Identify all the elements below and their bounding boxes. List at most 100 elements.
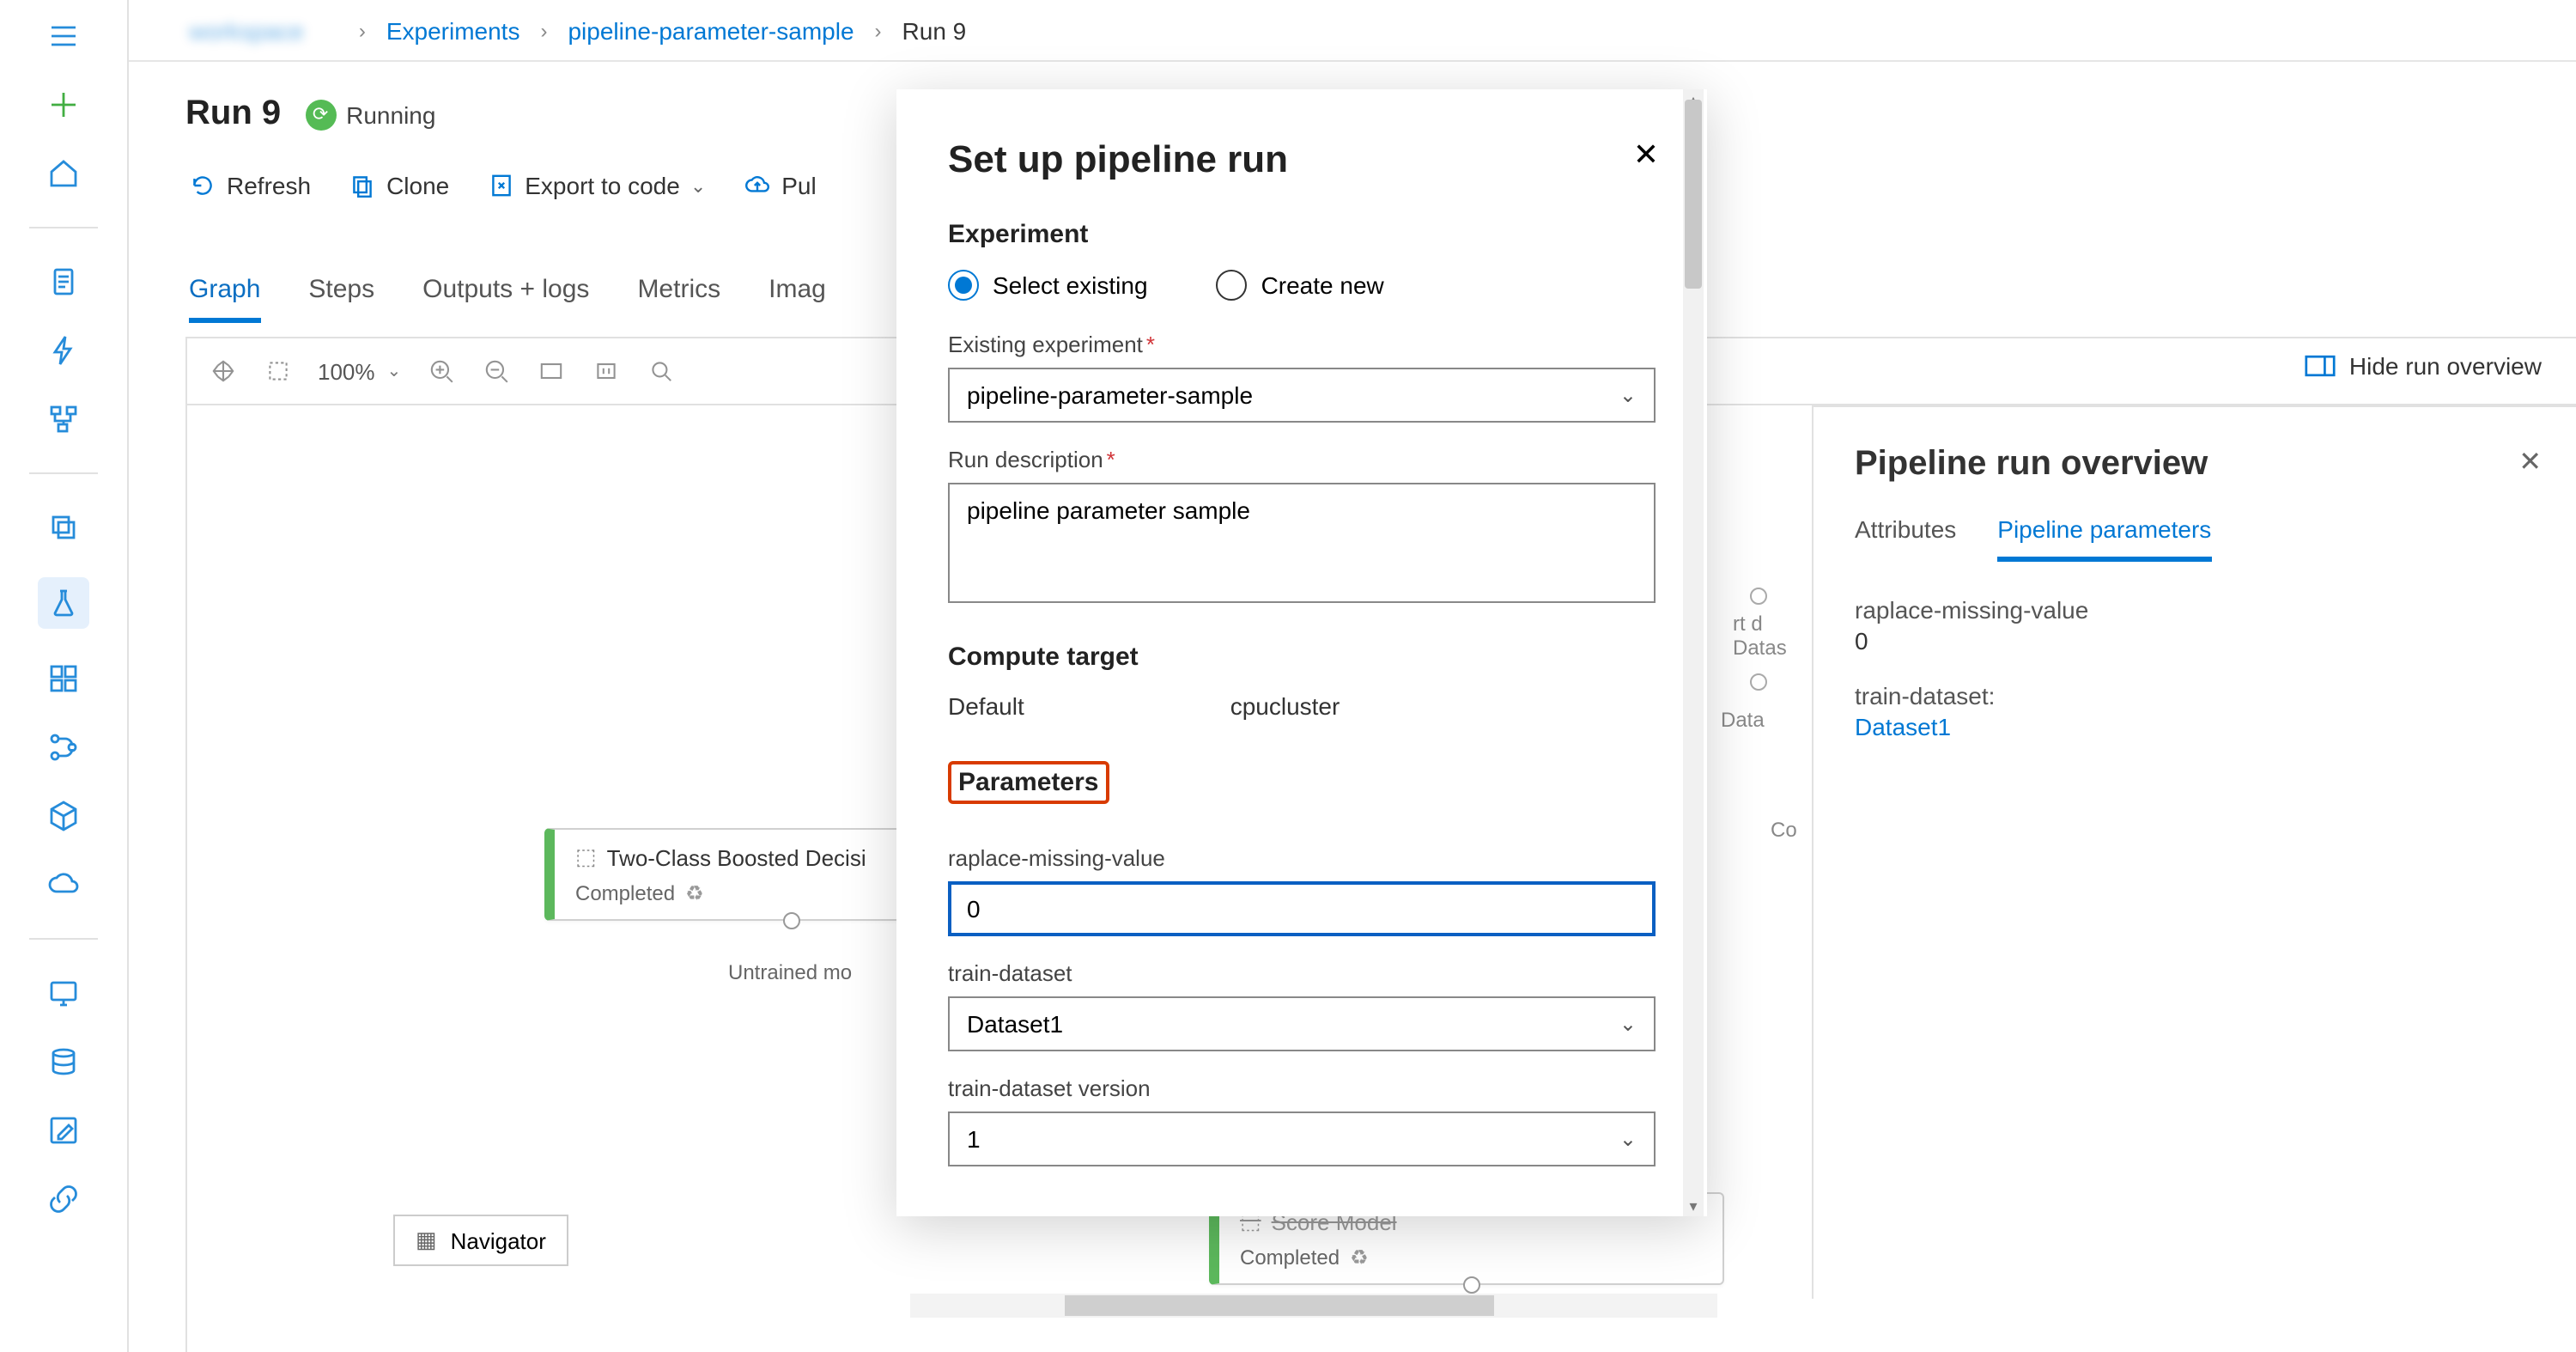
radio-create-new[interactable]: Create new [1217, 270, 1384, 301]
param-name: raplace-missing-value [1855, 596, 2535, 624]
monitor-icon[interactable] [45, 974, 82, 1012]
branch-icon[interactable] [45, 728, 82, 766]
node-port[interactable] [783, 912, 800, 929]
chevron-right-icon: › [359, 19, 366, 43]
node-label-fragment: Co [1771, 818, 1797, 842]
breadcrumb: workspace › Experiments › pipeline-param… [155, 17, 966, 45]
cloud-icon[interactable] [45, 866, 82, 904]
tab-attributes[interactable]: Attributes [1855, 515, 1956, 562]
select-value: Dataset1 [967, 1010, 1063, 1038]
home-icon[interactable] [45, 155, 82, 192]
grid-icon[interactable] [45, 660, 82, 697]
stack-icon[interactable] [45, 509, 82, 546]
param-train-dataset-select[interactable]: Dataset1 ⌄ [948, 996, 1656, 1051]
param-name: train-dataset: [1855, 682, 2535, 709]
horizontal-scrollbar[interactable] [910, 1294, 1717, 1318]
cube-icon[interactable] [45, 797, 82, 835]
chevron-right-icon: › [540, 19, 547, 43]
actual-size-icon[interactable] [590, 356, 621, 387]
breadcrumb-run: Run 9 [902, 17, 967, 45]
node-status: Completed [1240, 1245, 1340, 1270]
hide-overview-label: Hide run overview [2349, 352, 2542, 380]
node-status: Completed [575, 881, 675, 905]
compute-default-label: Default [948, 692, 1024, 720]
node-label-fragment: Datas [1733, 636, 1787, 660]
fit-icon[interactable] [535, 356, 566, 387]
link-icon[interactable] [45, 1180, 82, 1218]
node-title: Two-Class Boosted Decisi [607, 844, 866, 870]
module-icon: ⬚ [575, 843, 597, 871]
dialog-scrollbar[interactable]: ▴ ▾ [1683, 89, 1704, 1216]
flask-icon[interactable] [38, 577, 89, 629]
param-train-dataset-label: train-dataset [948, 960, 1656, 986]
recycle-icon: ♻ [1350, 1245, 1369, 1270]
export-button[interactable]: Export to code⌄ [487, 172, 706, 199]
pan-icon[interactable] [208, 356, 239, 387]
existing-experiment-select[interactable]: pipeline-parameter-sample ⌄ [948, 368, 1656, 423]
left-nav [0, 0, 129, 1352]
close-icon[interactable]: ✕ [1633, 137, 1659, 174]
zoom-level[interactable]: 100%⌄ [318, 358, 401, 384]
plus-icon[interactable] [45, 86, 82, 124]
breadcrumb-experiment[interactable]: pipeline-parameter-sample [568, 17, 854, 45]
publish-button[interactable]: Pul [744, 172, 816, 199]
radio-select-existing[interactable]: Select existing [948, 270, 1148, 301]
tab-steps[interactable]: Steps [308, 275, 374, 323]
pipeline-icon[interactable] [45, 400, 82, 438]
param-train-dataset-version-select[interactable]: 1 ⌄ [948, 1111, 1656, 1166]
export-label: Export to code [525, 172, 680, 199]
refresh-label: Refresh [227, 172, 311, 199]
node-label-fragment: rt d [1733, 612, 1763, 636]
hamburger-icon[interactable] [45, 17, 82, 55]
existing-experiment-label: Existing experiment* [948, 332, 1656, 357]
chevron-right-icon: › [875, 19, 882, 43]
lightning-icon[interactable] [45, 332, 82, 369]
tab-outputs[interactable]: Outputs + logs [422, 275, 589, 323]
search-icon[interactable] [645, 356, 676, 387]
dialog-title: Set up pipeline run [948, 137, 1656, 182]
graph-node[interactable]: ⬚Two-Class Boosted Decisi Completed♻ [544, 828, 905, 921]
breadcrumb-workspace[interactable]: workspace [155, 17, 338, 45]
refresh-button[interactable]: Refresh [189, 172, 311, 199]
parameters-heading: Parameters [948, 761, 1109, 804]
scrollbar-thumb[interactable] [1685, 100, 1702, 289]
setup-pipeline-dialog: ▴ ▾ Set up pipeline run ✕ Experiment Sel… [896, 89, 1707, 1216]
page-title: Run 9 [185, 94, 281, 134]
compute-target-heading: Compute target [948, 643, 1656, 672]
scrollbar-thumb[interactable] [1065, 1295, 1494, 1316]
radio-label: Select existing [993, 271, 1148, 299]
running-icon: ⟳ [305, 99, 336, 130]
close-icon[interactable]: ✕ [2518, 445, 2542, 479]
node-port[interactable] [1750, 673, 1767, 691]
experiment-section-heading: Experiment [948, 220, 1656, 249]
hide-overview-button[interactable]: Hide run overview [2305, 352, 2542, 380]
zoom-in-icon[interactable] [425, 356, 456, 387]
tab-images[interactable]: Imag [769, 275, 826, 323]
chevron-down-icon: ⌄ [1619, 383, 1637, 407]
clipboard-icon[interactable] [45, 263, 82, 301]
tab-pipeline-parameters[interactable]: Pipeline parameters [1997, 515, 2211, 562]
scroll-down-arrow[interactable]: ▾ [1683, 1196, 1704, 1216]
param-value-link[interactable]: Dataset1 [1855, 713, 2535, 740]
breadcrumb-experiments[interactable]: Experiments [386, 17, 520, 45]
zoom-out-icon[interactable] [480, 356, 511, 387]
content-tabs: Graph Steps Outputs + logs Metrics Imag [189, 275, 826, 323]
overview-title: Pipeline run overview [1855, 445, 2535, 484]
node-port[interactable] [1750, 588, 1767, 605]
tab-metrics[interactable]: Metrics [637, 275, 720, 323]
overview-param: raplace-missing-value 0 [1855, 596, 2535, 655]
select-icon[interactable] [263, 356, 294, 387]
run-overview-panel: Pipeline run overview ✕ Attributes Pipel… [1812, 405, 2576, 1299]
database-icon[interactable] [45, 1043, 82, 1081]
edit-icon[interactable] [45, 1111, 82, 1149]
port-label: Untrained mo [728, 960, 852, 984]
navigator-button[interactable]: ▦ Navigator [393, 1215, 568, 1266]
node-port[interactable] [1462, 1276, 1479, 1294]
tab-graph[interactable]: Graph [189, 275, 260, 323]
compute-default-value: cpucluster [1230, 692, 1340, 720]
clone-button[interactable]: Clone [349, 172, 449, 199]
status-text: Running [346, 100, 435, 128]
param-replace-missing-input[interactable] [948, 881, 1656, 936]
run-description-input[interactable] [948, 483, 1656, 603]
compute-target-row: Default cpucluster [948, 692, 1656, 720]
